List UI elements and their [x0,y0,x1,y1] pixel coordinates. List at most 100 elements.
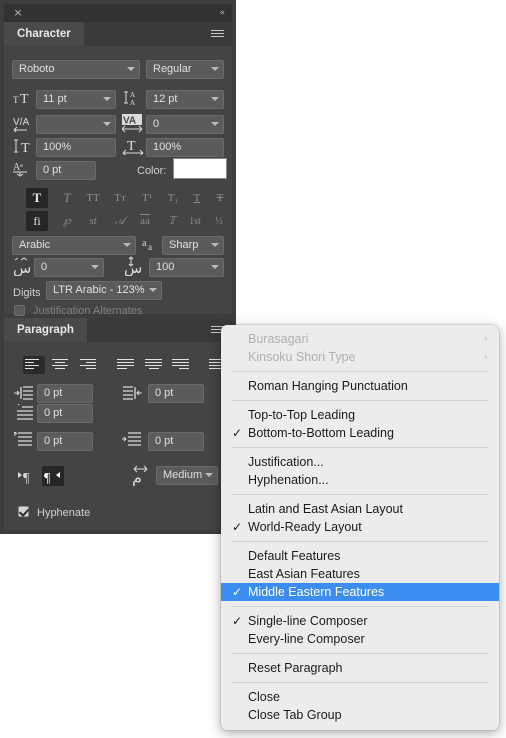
swash-button[interactable]: st [82,211,104,231]
svg-text:V/A: V/A [13,117,29,128]
menu-item-label: Default Features [248,549,341,563]
menu-item-label: Reset Paragraph [248,661,343,675]
chevron-down-icon[interactable] [103,96,111,104]
menu-item[interactable]: Roman Hanging Punctuation [221,377,499,395]
chevron-down-icon[interactable] [91,264,99,272]
menu-item[interactable]: ✓ Middle Eastern Features [221,583,499,601]
justify-last-center-button[interactable] [145,357,163,373]
menu-item[interactable]: Reset Paragraph [221,659,499,677]
collapse-panel-icon[interactable]: « [219,7,224,19]
font-family-field[interactable]: Roboto [12,60,140,79]
chevron-down-icon[interactable] [211,121,219,129]
discretionary-ligatures-button[interactable]: ℘ [56,211,78,231]
kashida-field[interactable]: 0 [34,258,104,277]
menu-item[interactable]: Latin and East Asian Layout [221,500,499,518]
menu-item[interactable]: Hyphenation... [221,471,499,489]
menu-item-label: Justification... [248,455,324,469]
chevron-down-icon[interactable] [205,472,213,480]
chevron-down-icon[interactable] [211,66,219,74]
menu-item[interactable]: ✓ Single-line Composer [221,612,499,630]
menu-item[interactable]: Close Tab Group [221,706,499,724]
menu-item-label: Close [248,690,280,704]
svg-text:¶: ¶ [44,471,51,486]
stylistic-alternates-button[interactable]: 𝒜 [109,211,131,231]
paragraph-direction-ltr-button[interactable]: ¶ [16,466,38,486]
faux-bold-button[interactable]: T [26,188,48,208]
paragraph-direction-rtl-button[interactable]: ¶ [42,466,64,486]
vertical-scale-field[interactable]: 100% [36,138,116,157]
justify-last-left-button[interactable] [117,357,135,373]
font-size-field[interactable]: 11 pt [36,90,116,109]
align-right-button[interactable] [80,357,98,373]
chevron-down-icon[interactable] [149,287,157,295]
hyphenate-checkbox[interactable] [18,506,29,517]
indent-right-field[interactable]: 0 pt [148,384,204,403]
color-label: Color: [137,165,167,177]
chevron-down-icon[interactable] [211,96,219,104]
chevron-down-icon[interactable] [103,121,111,129]
tatweel-field[interactable]: 100 [149,258,224,277]
subscript-button[interactable]: T₁ [162,188,184,208]
menu-item[interactable]: Top-to-Top Leading [221,406,499,424]
leading-field[interactable]: 12 pt [146,90,224,109]
tab-paragraph[interactable]: Paragraph [4,318,87,342]
underline-button[interactable]: T [186,188,208,208]
character-panel-menu-icon[interactable] [211,30,224,39]
chevron-down-icon[interactable] [211,264,219,272]
small-caps-button[interactable]: Tт [109,188,131,208]
superscript-button[interactable]: T¹ [136,188,158,208]
align-left-button[interactable] [23,356,45,374]
space-before-field[interactable]: 0 pt [37,432,93,451]
menu-item[interactable]: East Asian Features [221,565,499,583]
tracking-icon: VA [121,113,146,138]
text-color-swatch[interactable] [173,158,227,179]
chevron-down-icon[interactable] [123,242,131,250]
first-line-indent-field[interactable]: 0 pt [37,404,93,423]
menu-item[interactable]: ✓ World-Ready Layout [221,518,499,536]
all-caps-button[interactable]: TT [82,188,104,208]
space-after-icon [122,432,142,453]
panel-dock: × « Character Roboto Regular TT 11 pt A … [0,0,236,534]
menu-separator [232,606,488,607]
fractions-half-button[interactable]: ½ [208,211,230,231]
kashida-level-field[interactable]: Medium [156,466,218,485]
close-icon[interactable]: × [12,7,24,19]
digits-field[interactable]: LTR Arabic - 123% [46,281,162,300]
horizontal-scale-field[interactable]: 100% [146,138,224,157]
menu-item-label: Top-to-Top Leading [248,408,356,422]
tab-character[interactable]: Character [4,22,84,46]
antialias-field[interactable]: Sharp [162,236,224,255]
chevron-down-icon[interactable] [127,66,135,74]
tatweel-icon: س [122,256,144,281]
align-center-button[interactable] [52,357,70,373]
leading-icon: A A [124,89,144,112]
fractions-1st-button[interactable]: 1st [184,211,206,231]
kerning-field[interactable] [36,115,116,134]
menu-item[interactable]: Justification... [221,453,499,471]
chevron-down-icon[interactable] [211,242,219,250]
svg-text:a: a [142,238,147,249]
standard-ligatures-button[interactable]: fi [26,211,48,231]
faux-italic-button[interactable]: T [56,188,78,208]
ordinals-button[interactable]: 𝕋 [161,211,183,231]
indent-left-field[interactable]: 0 pt [37,384,93,403]
paragraph-panel-context-menu[interactable]: Burasagari › Kinsoku Shori Type › Roman Hang… [221,325,499,730]
baseline-shift-field[interactable]: 0 pt [36,161,96,180]
menu-item[interactable]: ✓ Bottom-to-Bottom Leading [221,424,499,442]
kashida-level-icon: م [130,464,154,491]
tracking-field[interactable]: 0 [146,115,224,134]
menu-separator [232,494,488,495]
svg-text:a: a [148,242,152,252]
menu-item[interactable]: Close [221,688,499,706]
menu-item[interactable]: Default Features [221,547,499,565]
space-after-field[interactable]: 0 pt [148,432,204,451]
menu-item-label: World-Ready Layout [248,520,362,534]
font-style-field[interactable]: Regular [146,60,224,79]
strikethrough-button[interactable]: T [209,188,231,208]
menu-item[interactable]: Every-line Composer [221,630,499,648]
menu-item: Burasagari › [221,330,499,348]
justify-last-right-button[interactable] [172,357,190,373]
menu-item-label: Every-line Composer [248,632,365,646]
titling-alternates-button[interactable]: aa [134,211,156,231]
language-field[interactable]: Arabic [12,236,136,255]
